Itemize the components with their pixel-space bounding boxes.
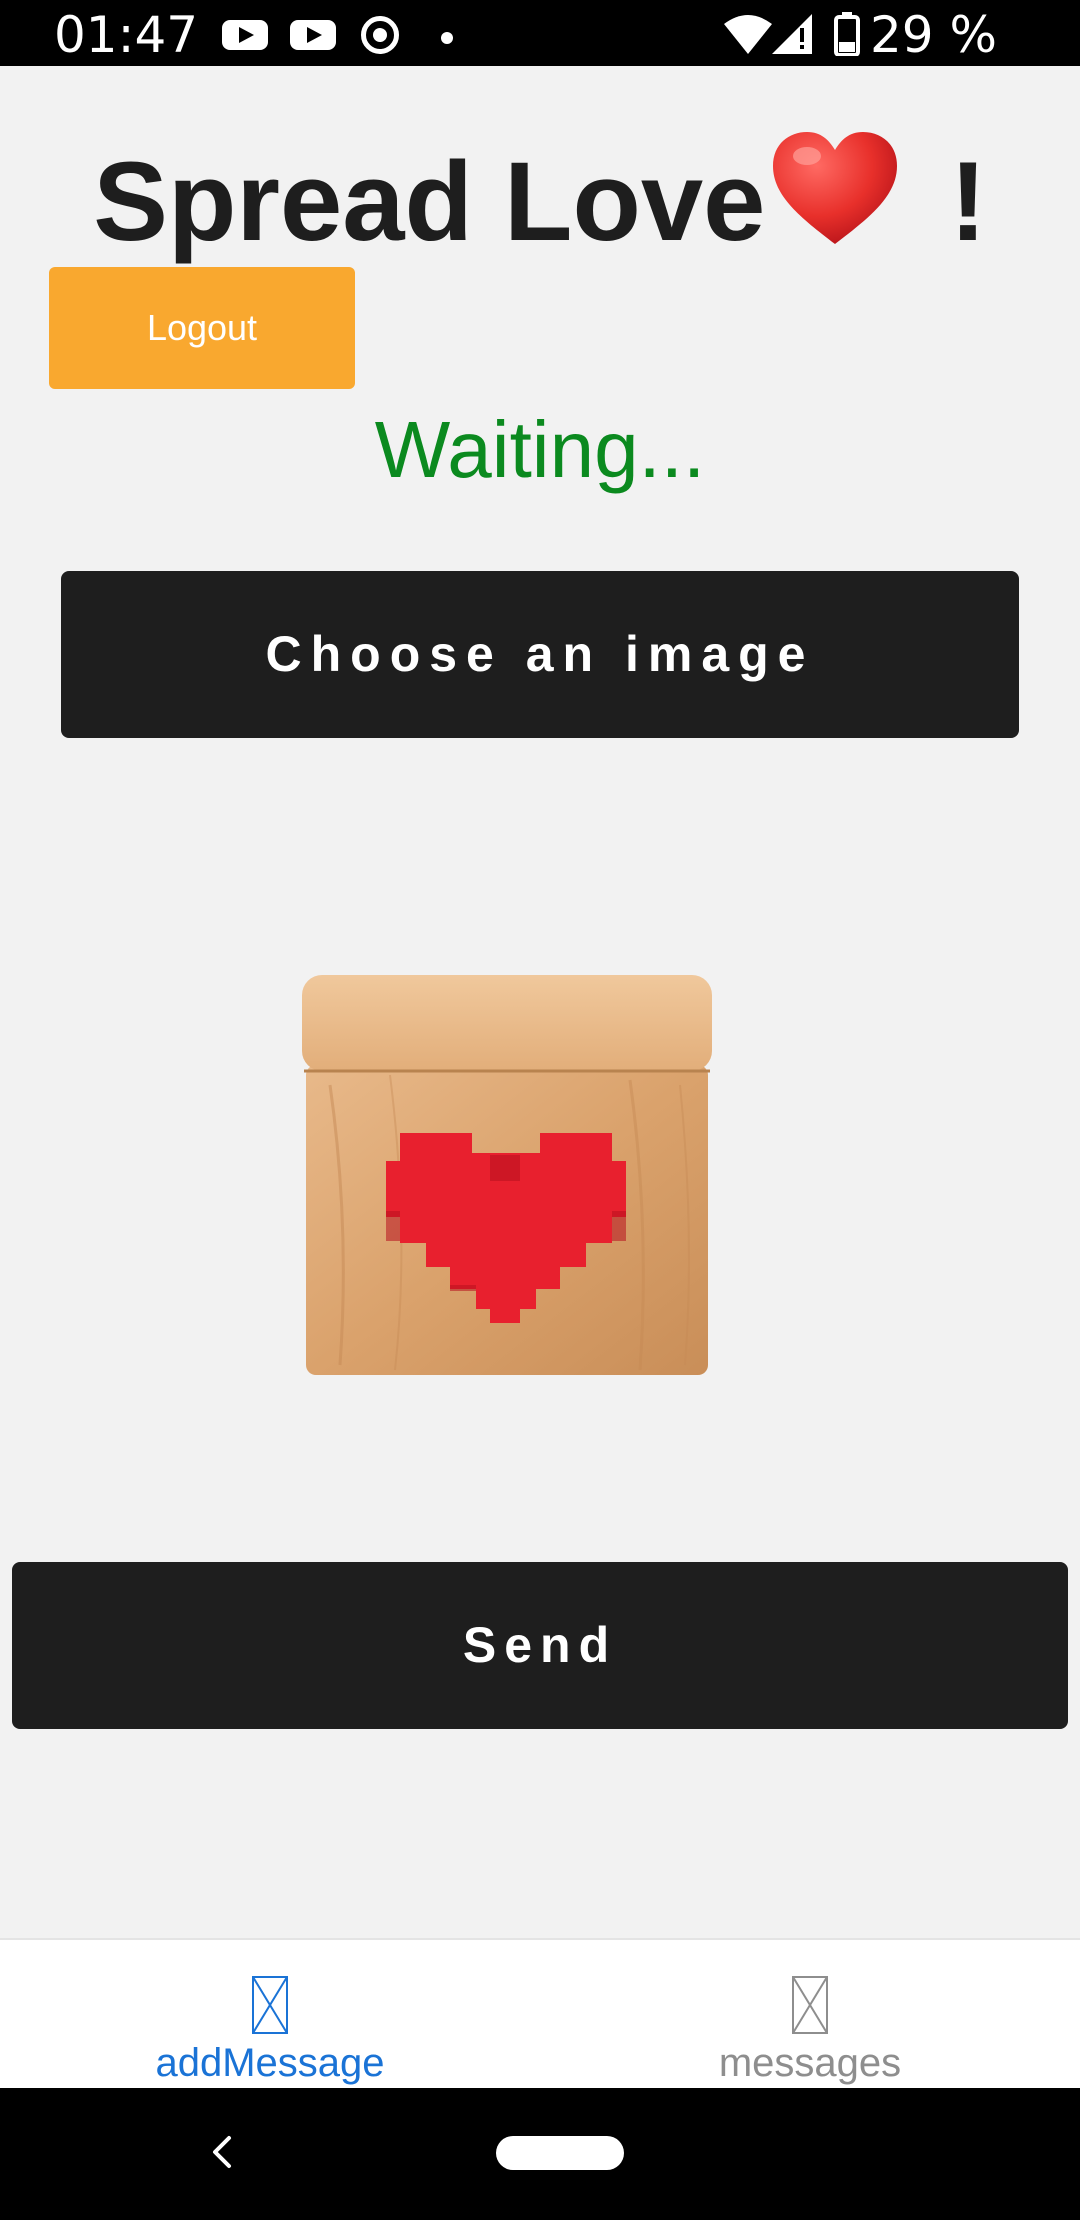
placeholder-icon [792,1976,828,2034]
title-exclamation: ! [949,139,987,264]
status-time: 01:47 [54,6,199,64]
tab-messages[interactable]: messages [540,1940,1080,2090]
placeholder-icon [252,1976,288,2034]
wooden-heart-box-image [302,975,712,1375]
tab-label: messages [718,2041,902,2085]
home-button[interactable] [496,2136,624,2170]
wifi-icon [724,15,772,54]
signal-icon [772,14,812,54]
youtube-icon [290,20,336,50]
choose-image-button[interactable]: Choose an image [61,571,1019,738]
chrome-icon [361,16,399,54]
status-bar: 01:47 29 % [0,0,1080,66]
youtube-icon [222,20,268,50]
heart-emoji-icon [773,132,898,244]
status-text: Waiting... [374,405,706,494]
back-icon[interactable] [205,2134,241,2170]
battery-icon [834,12,860,56]
bottom-tab-bar: addMessage messages [0,1938,1080,2088]
notification-dot-icon [441,32,453,44]
logout-button[interactable]: Logout [49,267,355,389]
tab-label: addMessage [155,2041,385,2085]
battery-percent: 29 % [870,6,998,64]
tab-add-message[interactable]: addMessage [0,1940,540,2090]
page-title: Spread Love ! [0,130,1080,267]
send-button[interactable]: Send [12,1562,1068,1729]
title-text: Spread Love [93,139,766,264]
